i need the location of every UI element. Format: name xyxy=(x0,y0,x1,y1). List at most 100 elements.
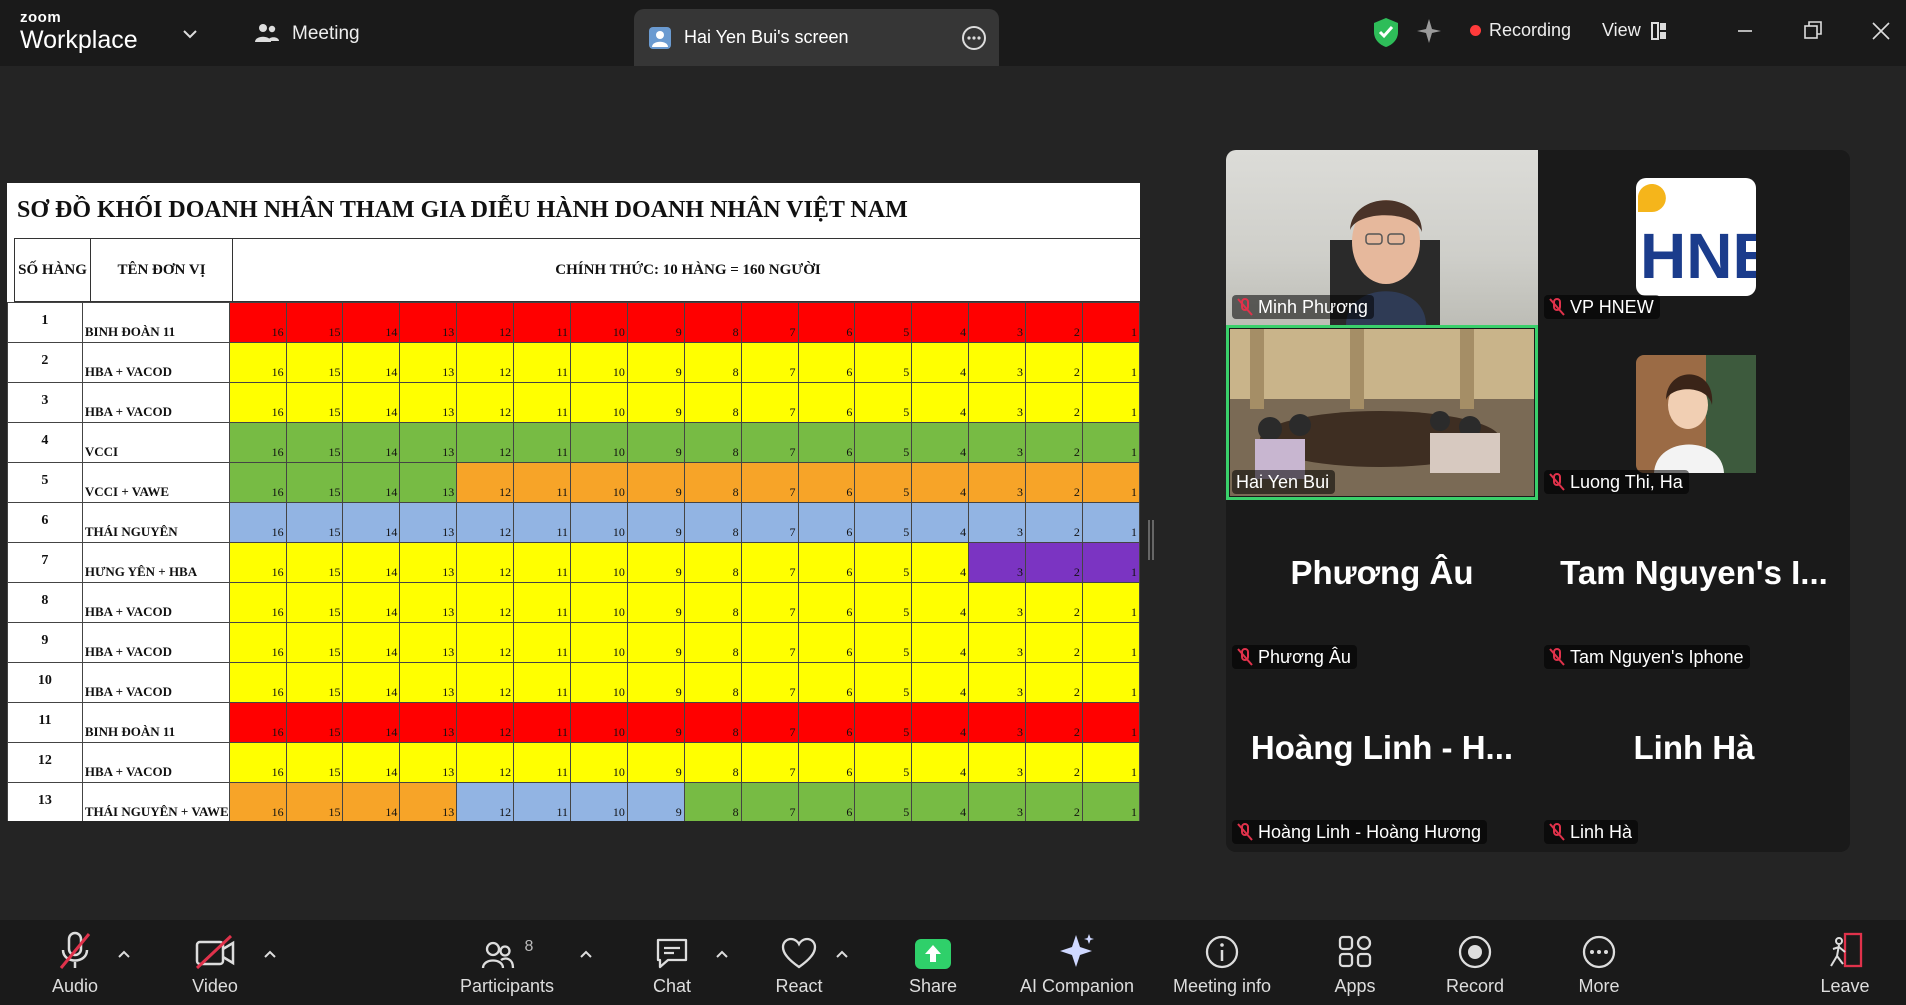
participant-name: Minh Phương xyxy=(1258,296,1368,317)
position-cell: 16 xyxy=(228,702,287,743)
position-cell: 3 xyxy=(968,782,1027,821)
position-cell: 2 xyxy=(1025,702,1083,743)
chat-button[interactable]: Chat xyxy=(637,920,707,1005)
video-options-chevron-icon[interactable] xyxy=(262,946,278,962)
ai-companion-button[interactable]: AI Companion xyxy=(1014,920,1140,1005)
apps-button[interactable]: Apps xyxy=(1320,920,1390,1005)
position-cell: 2 xyxy=(1025,742,1083,783)
position-cell: 16 xyxy=(228,742,287,783)
position-cell: 9 xyxy=(626,662,685,703)
position-cell: 8 xyxy=(683,702,742,743)
logo-line-2: Workplace xyxy=(20,26,138,54)
position-cell: 6 xyxy=(797,302,856,343)
meeting-menu-button[interactable]: Meeting xyxy=(254,18,360,50)
unit-name-cell: HBA + VACOD xyxy=(81,342,230,383)
react-button[interactable]: React xyxy=(764,920,834,1005)
participants-label: Participants xyxy=(459,976,555,996)
position-cell: 14 xyxy=(342,422,401,463)
position-cell: 4 xyxy=(911,342,970,383)
video-button[interactable]: Video xyxy=(180,920,250,1005)
svg-text:HNEl: HNEl xyxy=(1640,220,1756,292)
sheet-row: 11 BINH ĐOÀN 11 16 15 14 13 12 11 10 9 8 7 6 5 4 3 2 1 xyxy=(7,702,1140,743)
view-button[interactable]: View xyxy=(1602,20,1667,41)
minimize-icon[interactable] xyxy=(1730,16,1760,46)
position-cell: 1 xyxy=(1081,542,1140,583)
video-tile[interactable]: Minh Phương xyxy=(1226,150,1538,325)
position-cell: 10 xyxy=(570,422,628,463)
position-cell: 8 xyxy=(683,302,742,343)
video-tile-active-speaker[interactable]: Hai Yen Bui xyxy=(1226,325,1538,500)
position-cell: 6 xyxy=(797,542,856,583)
participants-count: 8 xyxy=(524,938,534,955)
participant-name: Luong Thi, Ha xyxy=(1570,471,1683,492)
position-cell: 16 xyxy=(228,662,287,703)
encryption-shield-icon[interactable] xyxy=(1372,16,1400,48)
react-options-chevron-icon[interactable] xyxy=(834,946,850,962)
position-cell: 7 xyxy=(740,662,799,703)
position-cell: 16 xyxy=(228,582,287,623)
position-cell: 2 xyxy=(1025,302,1083,343)
position-cell: 12 xyxy=(456,782,515,821)
video-tile[interactable]: Hoàng Linh - H... Hoàng Linh - Hoàng Hươ… xyxy=(1226,675,1538,850)
restore-icon[interactable] xyxy=(1798,16,1828,46)
position-cell: 16 xyxy=(228,462,287,503)
row-number-cell: 2 xyxy=(7,342,83,383)
position-cell: 11 xyxy=(513,542,572,583)
position-cell: 9 xyxy=(626,782,685,821)
row-number-cell: 10 xyxy=(7,662,83,703)
position-cell: 7 xyxy=(740,342,799,383)
position-cell: 3 xyxy=(968,662,1027,703)
meeting-info-button[interactable]: Meeting info xyxy=(1163,920,1281,1005)
chat-options-chevron-icon[interactable] xyxy=(714,946,730,962)
position-cell: 2 xyxy=(1025,782,1083,821)
position-cell: 12 xyxy=(456,502,515,543)
position-cell: 9 xyxy=(626,302,685,343)
position-cell: 12 xyxy=(456,742,515,783)
audio-button[interactable]: Audio xyxy=(40,920,110,1005)
position-cell: 8 xyxy=(683,422,742,463)
resize-handle[interactable] xyxy=(1148,520,1154,560)
more-options-icon[interactable] xyxy=(961,25,987,51)
position-cell: 10 xyxy=(570,382,628,423)
close-icon[interactable] xyxy=(1866,16,1896,46)
share-screen-button[interactable]: Share xyxy=(898,920,968,1005)
more-button[interactable]: More xyxy=(1564,920,1634,1005)
video-tile[interactable]: HNEl VP HNEW xyxy=(1538,150,1850,325)
position-cell: 5 xyxy=(854,662,913,703)
participants-options-chevron-icon[interactable] xyxy=(578,946,594,962)
position-cell: 1 xyxy=(1081,422,1140,463)
sheet-row: 8 HBA + VACOD 16 15 14 13 12 11 10 9 8 7 6 5 4 3 2 1 xyxy=(7,582,1140,623)
position-cell: 14 xyxy=(342,502,401,543)
position-cell: 11 xyxy=(513,702,572,743)
position-cell: 2 xyxy=(1025,662,1083,703)
chevron-down-icon[interactable] xyxy=(180,24,200,44)
position-cell: 3 xyxy=(968,422,1027,463)
leave-button[interactable]: Leave xyxy=(1810,920,1880,1005)
record-button[interactable]: Record xyxy=(1440,920,1510,1005)
audio-options-chevron-icon[interactable] xyxy=(116,946,132,962)
participant-avatar xyxy=(1636,355,1756,473)
position-cell: 12 xyxy=(456,422,515,463)
leave-label: Leave xyxy=(1820,976,1870,996)
position-cell: 4 xyxy=(911,502,970,543)
position-cell: 5 xyxy=(854,342,913,383)
video-tile[interactable]: Tam Nguyen's I... Tam Nguyen's Iphone xyxy=(1538,500,1850,675)
participant-name-tag: Hoàng Linh - Hoàng Hương xyxy=(1232,820,1487,844)
position-cell: 5 xyxy=(854,422,913,463)
position-cell: 15 xyxy=(285,302,344,343)
shared-screen-tab[interactable]: Hai Yen Bui's screen xyxy=(634,9,999,66)
row-number-cell: 7 xyxy=(7,542,83,583)
video-tile[interactable]: Phương Âu Phương Âu xyxy=(1226,500,1538,675)
position-cell: 12 xyxy=(456,342,515,383)
video-tile[interactable]: Linh Hà Linh Hà xyxy=(1538,675,1850,850)
row-number-cell: 4 xyxy=(7,422,83,463)
participants-button[interactable]: 8 Participants xyxy=(452,920,562,1005)
position-cell: 4 xyxy=(911,782,970,821)
recording-indicator[interactable]: Recording xyxy=(1470,20,1571,41)
ai-sparkle-icon[interactable] xyxy=(1416,17,1442,45)
video-tile[interactable]: Luong Thi, Ha xyxy=(1538,325,1850,500)
position-cell: 6 xyxy=(797,462,856,503)
more-label: More xyxy=(1578,976,1620,996)
participant-name-tag: Hai Yen Bui xyxy=(1232,470,1336,494)
position-cell: 5 xyxy=(854,382,913,423)
